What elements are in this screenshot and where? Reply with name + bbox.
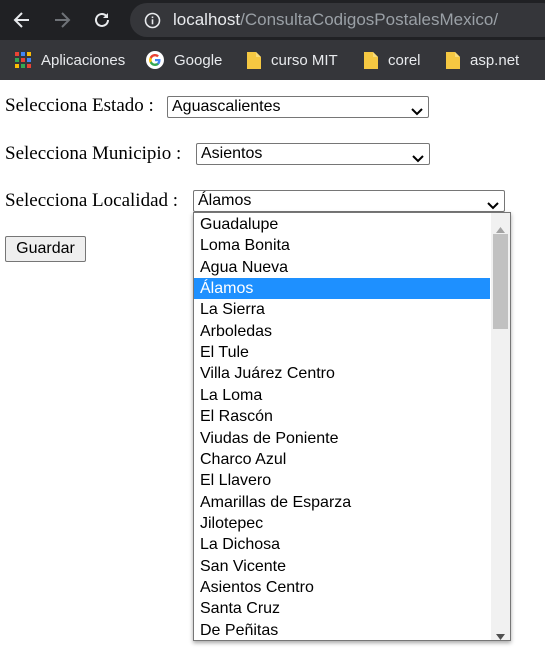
municipio-select[interactable]: Asientos <box>196 143 430 165</box>
dropdown-option[interactable]: Asientos Centro <box>194 577 490 598</box>
chevron-down-icon <box>412 150 424 168</box>
reload-icon[interactable] <box>92 10 112 30</box>
bookmark-aplicaciones[interactable]: Aplicaciones <box>14 40 125 80</box>
dropdown-option[interactable]: El Rascón <box>194 406 490 427</box>
scroll-down-arrow-icon[interactable] <box>496 627 505 640</box>
chevron-down-icon <box>411 103 423 121</box>
dropdown-option[interactable]: Álamos <box>194 278 490 300</box>
dropdown-option[interactable]: Charco Azul <box>194 449 490 470</box>
dropdown-option[interactable]: Jilotepec <box>194 513 490 534</box>
dropdown-option[interactable]: De Peñitas <box>194 620 490 640</box>
estado-value: Aguascalientes <box>172 98 281 115</box>
url-text: localhost/ConsultaCodigosPostalesMexico/ <box>173 10 499 29</box>
bookmark-aspnet[interactable]: asp.net <box>445 40 519 80</box>
bookmark-label: corel <box>388 51 421 69</box>
bookmark-label: Aplicaciones <box>41 51 126 69</box>
scrollbar[interactable] <box>491 213 510 640</box>
address-bar[interactable]: localhost/ConsultaCodigosPostalesMexico/ <box>130 3 545 37</box>
forward-arrow-icon[interactable] <box>52 10 72 30</box>
dropdown-option[interactable]: Arboledas <box>194 321 490 342</box>
municipio-label: Selecciona Municipio : <box>5 143 182 164</box>
google-icon <box>145 50 165 70</box>
bookmark-label: asp.net <box>470 51 520 69</box>
save-button[interactable]: Guardar <box>5 236 86 262</box>
bookmark-curso-mit[interactable]: curso MIT <box>246 40 338 80</box>
dropdown-option[interactable]: Villa Juárez Centro <box>194 363 490 384</box>
folder-icon <box>363 50 379 70</box>
dropdown-option[interactable]: La Sierra <box>194 299 490 320</box>
bookmark-google[interactable]: Google <box>145 40 222 80</box>
municipio-value: Asientos <box>201 145 263 162</box>
dropdown-option[interactable]: Viudas de Poniente <box>194 428 490 449</box>
localidad-select[interactable]: Álamos <box>193 190 505 212</box>
folder-icon <box>445 50 461 70</box>
estado-label: Selecciona Estado : <box>5 95 154 116</box>
bookmarks-bar: Aplicaciones Google curso MIT corel asp. <box>0 40 545 80</box>
localidad-value: Álamos <box>198 192 252 209</box>
bookmark-label: curso MIT <box>271 51 338 69</box>
dropdown-option[interactable]: La Loma <box>194 385 490 406</box>
bookmark-corel[interactable]: corel <box>363 40 421 80</box>
estado-select[interactable]: Aguascalientes <box>167 96 429 118</box>
localidad-dropdown-list[interactable]: Guadalupe Loma Bonita Agua Nueva Álamos La S… <box>193 212 511 641</box>
dropdown-option[interactable]: Santa Cruz <box>194 598 490 619</box>
dropdown-option[interactable]: San Vicente <box>194 556 490 577</box>
dropdown-option[interactable]: Agua Nueva <box>194 257 490 278</box>
dropdown-option[interactable]: El Llavero <box>194 470 490 491</box>
dropdown-option[interactable]: Amarillas de Esparza <box>194 492 490 513</box>
dropdown-option[interactable]: Loma Bonita <box>194 235 490 256</box>
info-icon[interactable] <box>144 12 161 34</box>
apps-grid-icon <box>14 51 32 69</box>
dropdown-option[interactable]: Guadalupe <box>194 214 490 235</box>
folder-icon <box>246 50 262 70</box>
back-arrow-icon[interactable] <box>12 10 32 30</box>
bookmark-label: Google <box>174 51 223 69</box>
dropdown-option[interactable]: El Tule <box>194 342 490 363</box>
dropdown-option[interactable]: La Dichosa <box>194 534 490 555</box>
browser-toolbar: localhost/ConsultaCodigosPostalesMexico/ <box>0 0 545 40</box>
scrollbar-thumb[interactable] <box>493 234 508 329</box>
localidad-label: Selecciona Localidad : <box>5 190 179 211</box>
